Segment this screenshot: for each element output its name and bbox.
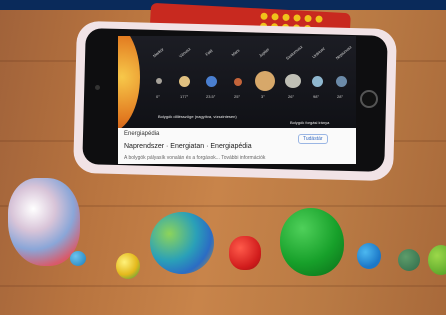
earth bbox=[206, 76, 217, 87]
planet-label: Neptunusz bbox=[334, 44, 353, 61]
planet-label: Vénusz bbox=[177, 46, 192, 59]
sun bbox=[118, 36, 140, 132]
calculator-key bbox=[293, 14, 301, 22]
earth-clay-ball bbox=[150, 212, 214, 274]
mercury-clay-ball bbox=[70, 251, 86, 266]
mars bbox=[234, 78, 242, 86]
planet-tilt: 23.5° bbox=[206, 94, 216, 99]
app-info-panel: Energiapédia Naprendszer · Energiatan · … bbox=[118, 128, 356, 164]
planet-tilt: 25° bbox=[234, 94, 241, 99]
sun-clay-ball bbox=[8, 178, 80, 266]
jupiter-clay-ball bbox=[280, 208, 344, 276]
jupiter bbox=[255, 71, 275, 91]
planet-label: Szaturnusz bbox=[284, 44, 304, 61]
venus bbox=[179, 76, 190, 87]
app-name: Energiapédia bbox=[124, 131, 160, 137]
front-camera bbox=[95, 85, 100, 90]
mercury bbox=[156, 78, 162, 84]
neptune bbox=[336, 76, 347, 87]
planet-tilt: 28° bbox=[337, 94, 344, 99]
venus-clay-ball bbox=[116, 253, 140, 279]
info-caption: A bolygók pályasík vonalán és a forgások… bbox=[124, 155, 266, 161]
calculator-key bbox=[315, 15, 323, 23]
saturn bbox=[285, 74, 301, 88]
calculator-key bbox=[260, 12, 268, 20]
planet-tilt: 26° bbox=[288, 94, 295, 99]
neptune-clay-ball bbox=[428, 245, 446, 275]
tilt-legend: Bolygók dőlésszöge (nagyítva, vízszintes… bbox=[158, 114, 237, 119]
planet-label: Merkúr bbox=[151, 46, 165, 59]
photo: Merkúr Vénusz Föld Mars Jupiter Szaturnu… bbox=[0, 0, 446, 315]
calculator-key bbox=[304, 14, 312, 23]
planet-label: Mars bbox=[230, 47, 241, 58]
wood-grain bbox=[0, 285, 446, 287]
phone-screen: Merkúr Vénusz Föld Mars Jupiter Szaturnu… bbox=[118, 36, 356, 164]
breadcrumb[interactable]: Naprendszer · Energiatan · Energiapédia bbox=[124, 143, 252, 150]
planet-tilt: 177° bbox=[180, 94, 189, 99]
uranus-clay-ball bbox=[398, 249, 420, 271]
solar-system-view: Merkúr Vénusz Föld Mars Jupiter Szaturnu… bbox=[118, 36, 356, 132]
planet-tilt: 98° bbox=[313, 94, 320, 99]
home-button bbox=[360, 90, 378, 108]
planet-tilt: 3° bbox=[261, 94, 265, 99]
planet-label: Uránusz bbox=[311, 45, 326, 60]
rotation-legend: Bolygók forgási iránya bbox=[290, 120, 330, 125]
planet-tilt: 0° bbox=[156, 94, 160, 99]
calculator-key bbox=[282, 13, 290, 22]
planet-label: Jupiter bbox=[257, 46, 271, 59]
uranus bbox=[312, 76, 323, 87]
mars-clay-ball bbox=[229, 236, 261, 270]
planet-label: Föld bbox=[204, 48, 214, 57]
saturn-clay-ball bbox=[357, 243, 381, 269]
knowledge-button[interactable]: Tudástár bbox=[298, 134, 328, 144]
calculator-key bbox=[271, 13, 279, 21]
